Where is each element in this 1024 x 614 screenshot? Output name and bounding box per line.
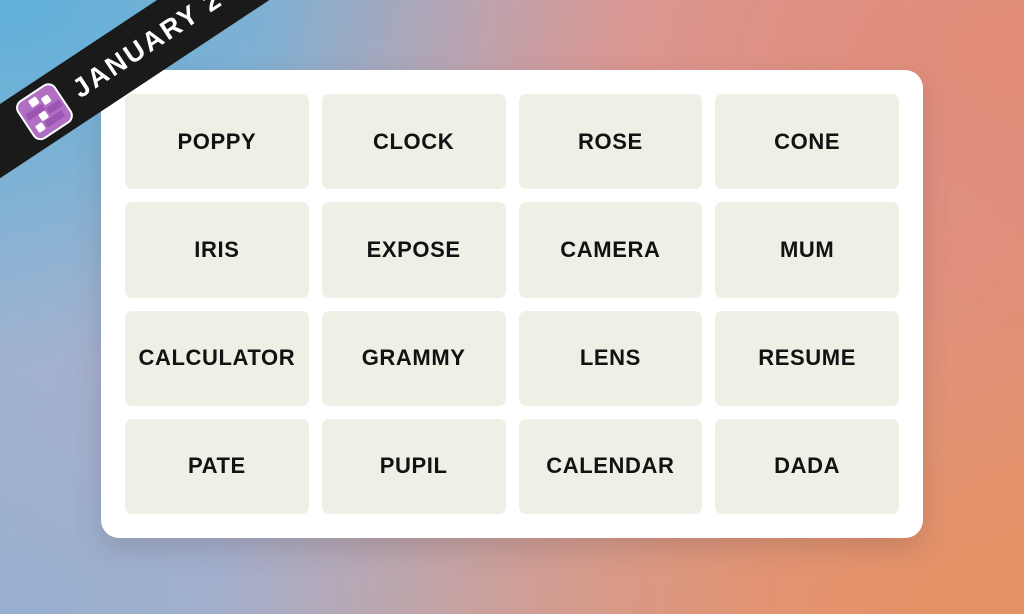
puzzle-card: POPPY CLOCK ROSE CONE IRIS EXPOSE CAMERA…	[101, 70, 923, 538]
word-tile[interactable]: GRAMMY	[321, 310, 506, 406]
word-tile-label: DADA	[774, 453, 841, 479]
word-grid: POPPY CLOCK ROSE CONE IRIS EXPOSE CAMERA…	[125, 94, 899, 514]
word-tile-label: CAMERA	[560, 236, 661, 262]
word-tile[interactable]: PUPIL	[321, 418, 506, 514]
word-tile[interactable]: CONE	[715, 94, 899, 190]
word-tile-label: GRAMMY	[361, 345, 466, 371]
word-tile[interactable]: DADA	[715, 418, 899, 514]
word-tile[interactable]: IRIS	[125, 202, 309, 298]
word-tile[interactable]: CALENDAR	[518, 418, 703, 514]
word-tile[interactable]: CAMERA	[518, 202, 703, 298]
word-tile[interactable]: CALCULATOR	[125, 310, 309, 406]
word-tile-label: CALENDAR	[546, 453, 675, 479]
word-tile[interactable]: RESUME	[715, 310, 899, 406]
word-tile-label: EXPOSE	[366, 236, 461, 262]
word-tile-label: ROSE	[578, 128, 643, 154]
word-tile-label: LENS	[579, 345, 641, 371]
word-tile-label: MUM	[779, 236, 835, 262]
word-tile-label: IRIS	[194, 236, 240, 262]
word-tile-label: PUPIL	[379, 453, 448, 479]
word-tile[interactable]: ROSE	[518, 94, 703, 190]
word-tile[interactable]: PATE	[125, 418, 309, 514]
word-tile-label: RESUME	[758, 345, 856, 371]
word-tile[interactable]: MUM	[715, 202, 899, 298]
word-tile-label: POPPY	[177, 128, 257, 154]
connections-puzzle-icon	[12, 79, 77, 144]
word-tile-label: CLOCK	[373, 128, 455, 154]
word-tile-label: PATE	[187, 453, 246, 479]
word-tile[interactable]: EXPOSE	[321, 202, 506, 298]
word-tile[interactable]: CLOCK	[321, 94, 506, 190]
word-tile[interactable]: POPPY	[125, 94, 309, 190]
word-tile[interactable]: LENS	[518, 310, 703, 406]
word-tile-label: CALCULATOR	[138, 345, 296, 371]
word-tile-label: CONE	[774, 128, 841, 154]
